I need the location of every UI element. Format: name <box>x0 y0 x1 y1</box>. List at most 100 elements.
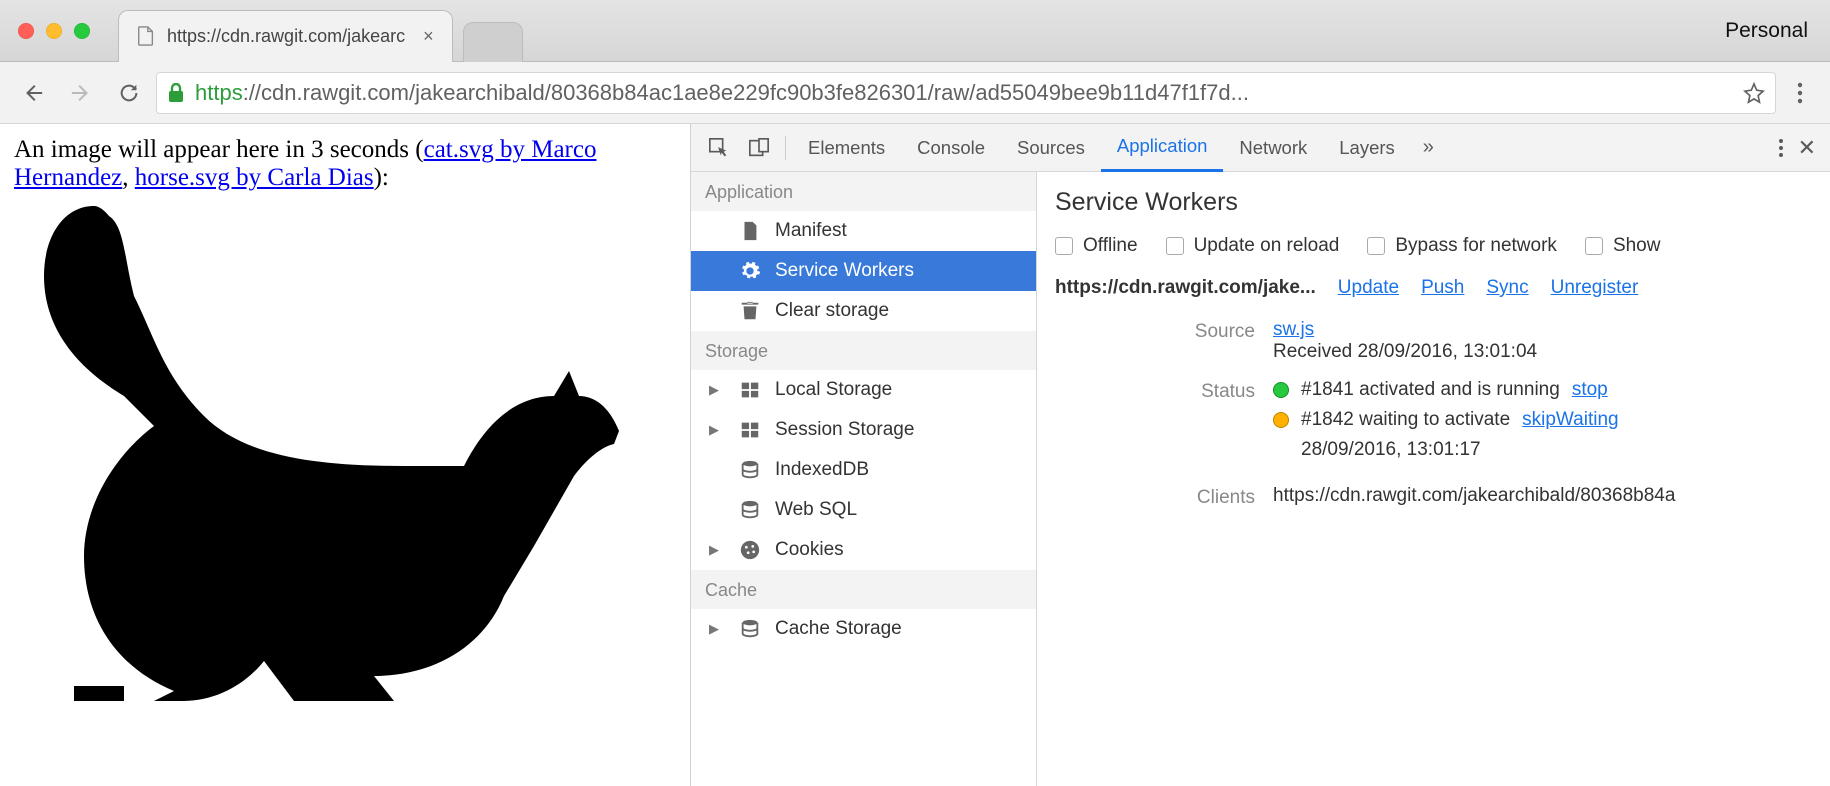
url-protocol: https <box>195 80 243 106</box>
reload-button[interactable] <box>108 72 150 114</box>
devtools-tabbar: Elements Console Sources Application Net… <box>691 124 1830 172</box>
browser-tab-active[interactable]: https://cdn.rawgit.com/jakearc × <box>118 10 453 62</box>
sidebar-item-indexeddb[interactable]: IndexedDB <box>691 450 1036 490</box>
sidebar-item-label: Local Storage <box>775 379 892 401</box>
forward-button[interactable] <box>60 72 102 114</box>
address-bar[interactable]: https ://cdn.rawgit.com/jakearchibald/80… <box>156 72 1776 114</box>
disclosure-triangle-icon[interactable]: ▶ <box>709 382 719 398</box>
action-sync[interactable]: Sync <box>1486 277 1528 299</box>
sidebar-item-label: Cookies <box>775 539 844 561</box>
check-show-all[interactable]: Show <box>1585 235 1661 257</box>
tab-sources[interactable]: Sources <box>1001 124 1101 172</box>
sw-details-table: Source sw.js Received 28/09/2016, 13:01:… <box>1055 319 1812 509</box>
tab-elements[interactable]: Elements <box>792 124 901 172</box>
checkbox-icon <box>1055 237 1073 255</box>
device-toolbar-button[interactable] <box>739 128 779 168</box>
device-icon <box>748 137 770 159</box>
sidebar-item-cookies[interactable]: ▶ Cookies <box>691 530 1036 570</box>
sidebar-group-cache: Cache <box>691 570 1036 609</box>
disclosure-triangle-icon[interactable]: ▶ <box>709 621 719 637</box>
devtools-panel: Elements Console Sources Application Net… <box>690 124 1830 786</box>
disclosure-triangle-icon[interactable]: ▶ <box>709 542 719 558</box>
profile-label[interactable]: Personal <box>1725 19 1808 43</box>
devtools-body: Application Manifest Service Workers Cle… <box>691 172 1830 786</box>
traffic-lights <box>0 23 90 39</box>
document-icon <box>739 220 761 242</box>
tab-layers[interactable]: Layers <box>1323 124 1411 172</box>
inspect-icon <box>708 137 730 159</box>
status-text: #1841 activated and is running <box>1301 379 1560 401</box>
sidebar-group-application: Application <box>691 172 1036 211</box>
cat-silhouette-icon <box>14 196 624 706</box>
separator <box>785 136 786 160</box>
new-tab-placeholder[interactable] <box>463 22 523 62</box>
inspect-element-button[interactable] <box>699 128 739 168</box>
source-received: Received 28/09/2016, 13:01:04 <box>1273 341 1537 362</box>
sidebar-item-cache-storage[interactable]: ▶ Cache Storage <box>691 609 1036 649</box>
browser-toolbar: https ://cdn.rawgit.com/jakearchibald/80… <box>0 62 1830 124</box>
sw-origin: https://cdn.rawgit.com/jake... <box>1055 277 1316 299</box>
checkbox-icon <box>1166 237 1184 255</box>
page-content: An image will appear here in 3 seconds (… <box>0 124 690 786</box>
tab-console[interactable]: Console <box>901 124 1001 172</box>
close-tab-button[interactable]: × <box>423 26 434 47</box>
check-label: Bypass for network <box>1395 235 1557 257</box>
bookmark-star-icon[interactable] <box>1743 82 1765 104</box>
devtools-right-controls: ✕ <box>1778 135 1822 161</box>
file-icon <box>137 26 155 46</box>
gear-icon <box>739 260 761 282</box>
sidebar-item-local-storage[interactable]: ▶ Local Storage <box>691 370 1036 410</box>
checkbox-icon <box>1585 237 1603 255</box>
sw-origin-row: https://cdn.rawgit.com/jake... Update Pu… <box>1055 277 1812 299</box>
value-status: #1841 activated and is running stop #184… <box>1273 379 1812 469</box>
check-label: Update on reload <box>1194 235 1340 257</box>
database-icon <box>739 618 761 640</box>
check-offline[interactable]: Offline <box>1055 235 1138 257</box>
sidebar-item-label: IndexedDB <box>775 459 869 481</box>
action-skipwaiting[interactable]: skipWaiting <box>1522 409 1618 431</box>
sidebar-item-clear-storage[interactable]: Clear storage <box>691 291 1036 331</box>
sidebar-item-session-storage[interactable]: ▶ Session Storage <box>691 410 1036 450</box>
sidebar-item-label: Manifest <box>775 220 847 242</box>
tab-application[interactable]: Application <box>1101 124 1224 172</box>
status-time: 28/09/2016, 13:01:17 <box>1301 439 1481 461</box>
page-text-before: An image will appear here in 3 seconds ( <box>14 136 424 163</box>
action-push[interactable]: Push <box>1421 277 1464 299</box>
close-devtools-button[interactable]: ✕ <box>1798 135 1816 161</box>
disclosure-triangle-icon[interactable]: ▶ <box>709 422 719 438</box>
browser-menu-button[interactable] <box>1782 82 1818 104</box>
sidebar-item-label: Web SQL <box>775 499 857 521</box>
action-update[interactable]: Update <box>1338 277 1399 299</box>
check-label: Offline <box>1083 235 1138 257</box>
table-icon <box>739 419 761 441</box>
checkbox-icon <box>1367 237 1385 255</box>
dots-vertical-icon[interactable] <box>1778 138 1784 158</box>
sidebar-item-manifest[interactable]: Manifest <box>691 211 1036 251</box>
main-split: An image will appear here in 3 seconds (… <box>0 124 1830 786</box>
sidebar-item-label: Cache Storage <box>775 618 902 640</box>
arrow-right-icon <box>70 82 92 104</box>
status-row-activated: #1841 activated and is running stop <box>1273 379 1812 401</box>
page-text-mid: , <box>122 164 135 191</box>
status-dot-green-icon <box>1273 382 1289 398</box>
check-update-on-reload[interactable]: Update on reload <box>1166 235 1340 257</box>
action-unregister[interactable]: Unregister <box>1551 277 1639 299</box>
back-button[interactable] <box>12 72 54 114</box>
minimize-window-button[interactable] <box>46 23 62 39</box>
maximize-window-button[interactable] <box>74 23 90 39</box>
action-stop[interactable]: stop <box>1572 379 1608 401</box>
status-waiting-time: 28/09/2016, 13:01:17 <box>1273 439 1812 461</box>
sidebar-item-service-workers[interactable]: Service Workers <box>691 251 1036 291</box>
tab-network[interactable]: Network <box>1223 124 1323 172</box>
sidebar-item-websql[interactable]: Web SQL <box>691 490 1036 530</box>
pane-title: Service Workers <box>1055 188 1812 217</box>
source-link[interactable]: sw.js <box>1273 319 1314 340</box>
check-bypass-network[interactable]: Bypass for network <box>1367 235 1557 257</box>
close-window-button[interactable] <box>18 23 34 39</box>
service-workers-pane: Service Workers Offline Update on reload… <box>1037 172 1830 786</box>
link-horse-svg[interactable]: horse.svg by Carla Dias <box>135 164 374 191</box>
tabs-overflow-button[interactable]: » <box>1411 136 1446 159</box>
label-source: Source <box>1055 319 1255 343</box>
database-icon <box>739 499 761 521</box>
status-row-waiting: #1842 waiting to activate skipWaiting <box>1273 409 1812 431</box>
